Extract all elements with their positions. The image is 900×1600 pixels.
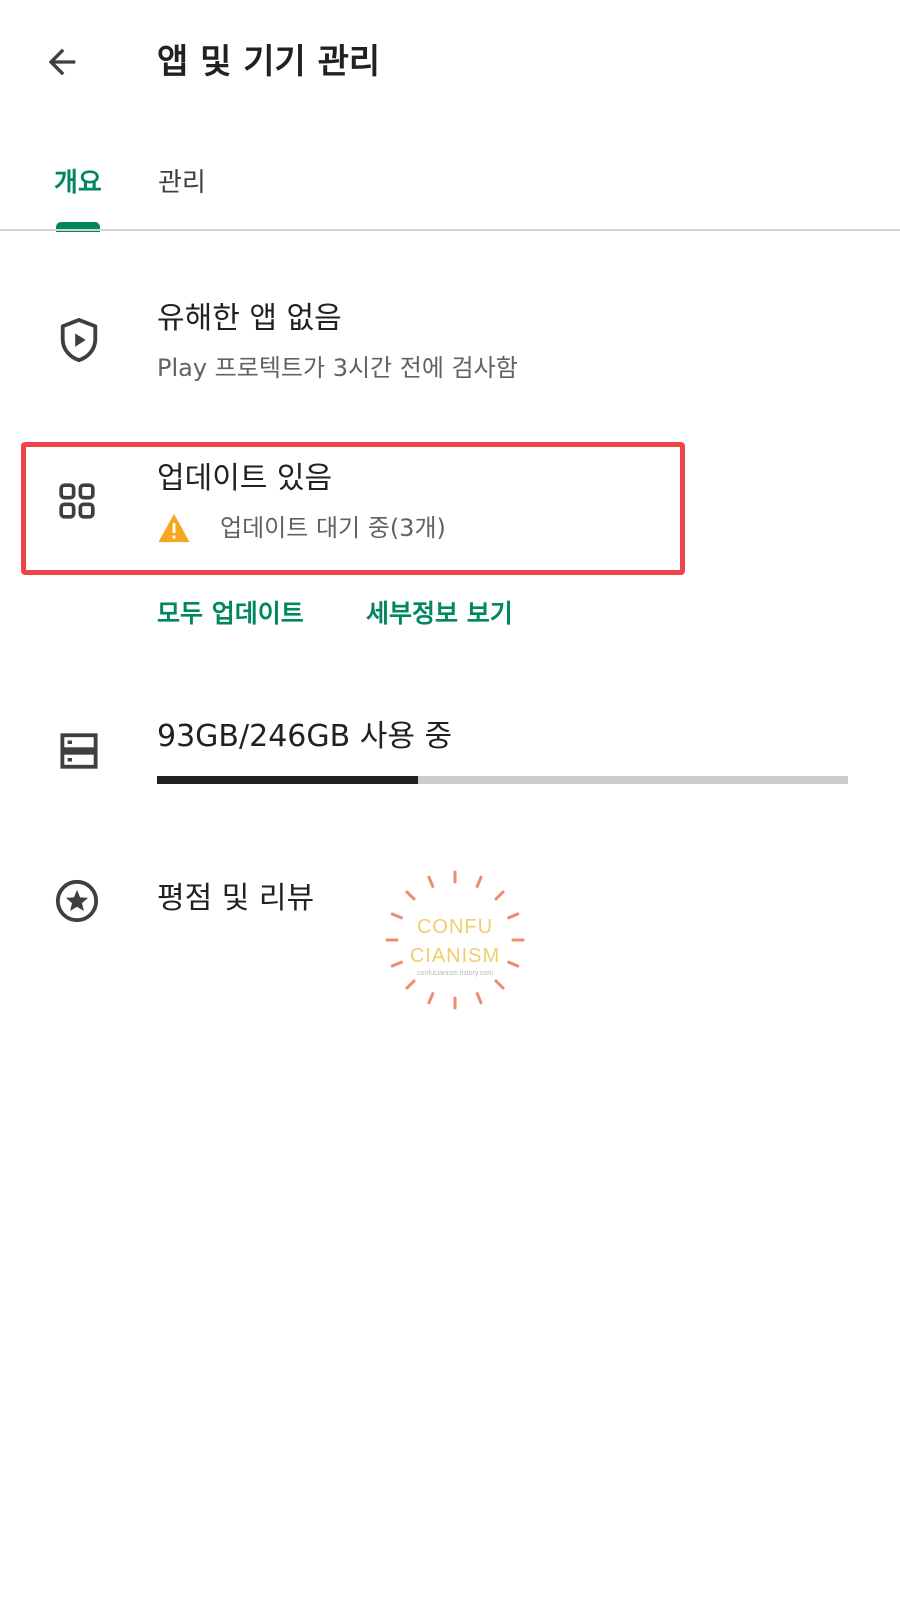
back-button[interactable] bbox=[36, 38, 88, 90]
play-protect-row[interactable]: 유해한 앱 없음 Play 프로텍트가 3시간 전에 검사함 bbox=[40, 300, 860, 400]
tab-overview[interactable]: 개요 bbox=[54, 158, 102, 208]
storage-row[interactable]: 93GB/246GB 사용 중 bbox=[40, 716, 860, 796]
warning-icon bbox=[157, 512, 193, 548]
watermark-ray bbox=[494, 979, 505, 990]
updates-status: 업데이트 대기 중(3개) bbox=[220, 514, 446, 542]
watermark-ray bbox=[427, 875, 435, 888]
star-circle-icon bbox=[52, 876, 102, 926]
watermark-ray bbox=[494, 890, 505, 901]
update-all-button[interactable]: 모두 업데이트 bbox=[157, 596, 304, 632]
watermark-rays bbox=[385, 870, 525, 1010]
view-details-button[interactable]: 세부정보 보기 bbox=[366, 596, 513, 632]
ratings-label: 평점 및 리뷰 bbox=[157, 881, 315, 916]
page-title: 앱 및 기기 관리 bbox=[157, 42, 381, 82]
arrow-back-icon bbox=[42, 42, 82, 86]
protect-title: 유해한 앱 없음 bbox=[157, 301, 342, 336]
watermark-ray bbox=[475, 992, 483, 1005]
updates-title: 업데이트 있음 bbox=[157, 461, 333, 496]
watermark-ray bbox=[427, 992, 435, 1005]
updates-available-row[interactable]: 업데이트 있음 업데이트 대기 중(3개) bbox=[40, 458, 680, 568]
storage-progress-bar bbox=[157, 776, 848, 784]
storage-icon bbox=[54, 726, 104, 776]
watermark: CONFU CIANISM confucianism.tistory.com bbox=[380, 865, 530, 1015]
watermark-ray bbox=[405, 979, 416, 990]
storage-label: 93GB/246GB 사용 중 bbox=[157, 719, 453, 754]
tab-manage[interactable]: 관리 bbox=[158, 158, 206, 208]
tab-divider bbox=[0, 229, 900, 231]
watermark-line1: CONFU bbox=[416, 916, 494, 938]
protect-subtitle: Play 프로텍트가 3시간 전에 검사함 bbox=[157, 354, 518, 382]
watermark-url: confucianism.tistory.com bbox=[416, 970, 494, 977]
watermark-line2: CIANISM bbox=[409, 945, 501, 967]
storage-progress-fill bbox=[157, 776, 419, 784]
watermark-ray bbox=[405, 890, 416, 901]
shield-play-icon bbox=[54, 316, 104, 366]
apps-grid-icon bbox=[52, 476, 102, 526]
watermark-ray bbox=[475, 875, 483, 888]
